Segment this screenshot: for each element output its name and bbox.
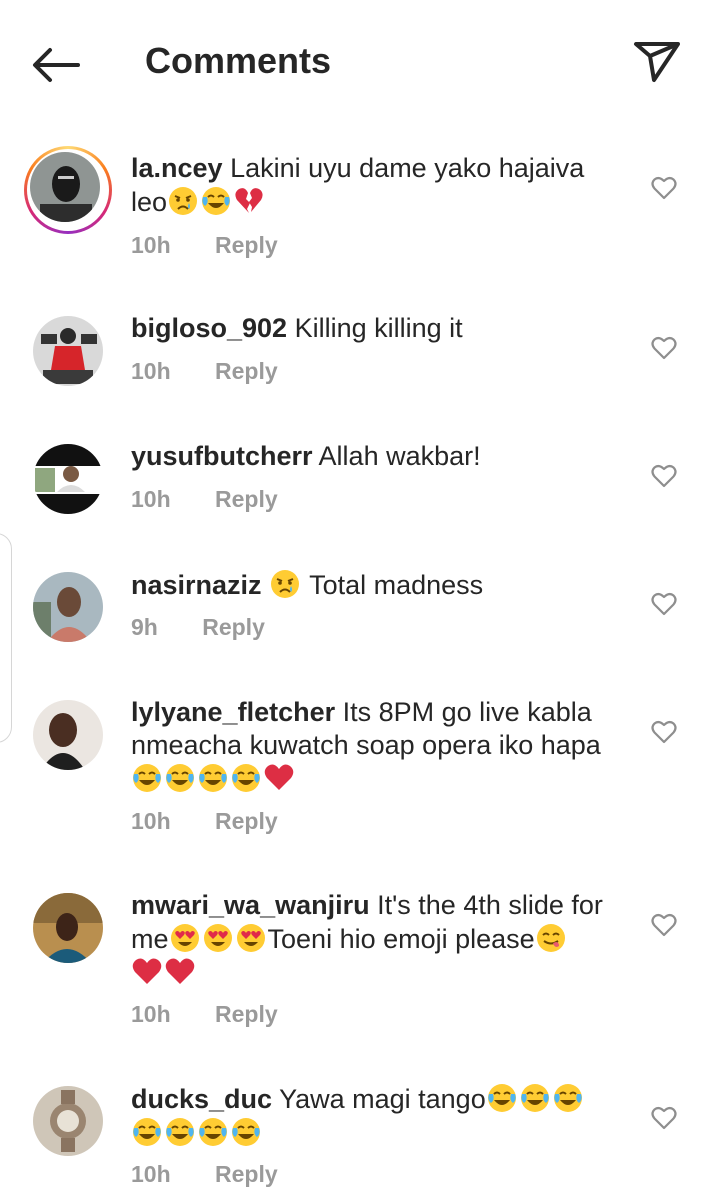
timestamp: 10h bbox=[131, 1161, 171, 1187]
comment-text: nasirnaziz Total madness bbox=[131, 568, 484, 600]
reply-button[interactable]: Reply bbox=[202, 614, 265, 641]
tears-of-joy-icon bbox=[197, 1116, 229, 1148]
username[interactable]: nasirnaziz bbox=[131, 570, 262, 600]
comment-text: bigloso_902 Killing killing it bbox=[131, 313, 463, 343]
side-panel-edge[interactable] bbox=[0, 533, 12, 743]
comment-meta: 10h Reply bbox=[131, 808, 278, 835]
like-heart-icon[interactable] bbox=[651, 720, 677, 744]
avatar bbox=[30, 152, 100, 222]
timestamp: 10h bbox=[131, 808, 171, 834]
avatar[interactable] bbox=[33, 572, 103, 642]
tears-of-joy-icon bbox=[131, 762, 163, 794]
username[interactable]: bigloso_902 bbox=[131, 313, 287, 343]
timestamp: 10h bbox=[131, 486, 171, 512]
comment-text: mwari_wa_wanjiru It's the 4th slide for … bbox=[131, 889, 631, 990]
crying-face-icon bbox=[167, 185, 199, 217]
arrow-left-icon bbox=[33, 48, 80, 82]
username[interactable]: lylyane_fletcher bbox=[131, 697, 335, 727]
reply-button[interactable]: Reply bbox=[215, 808, 278, 835]
like-heart-icon[interactable] bbox=[651, 1106, 677, 1130]
timestamp: 10h bbox=[131, 232, 171, 258]
avatar[interactable] bbox=[33, 444, 103, 514]
like-heart-icon[interactable] bbox=[651, 464, 677, 488]
tears-of-joy-icon bbox=[131, 1116, 163, 1148]
reply-button[interactable]: Reply bbox=[215, 1001, 278, 1028]
timestamp: 10h bbox=[131, 1001, 171, 1027]
comment-meta: 10h Reply bbox=[131, 358, 278, 385]
back-button[interactable] bbox=[30, 45, 82, 85]
tears-of-joy-icon bbox=[230, 1116, 262, 1148]
heart-eyes-icon bbox=[169, 922, 201, 954]
username[interactable]: la.ncey bbox=[131, 153, 223, 183]
comment-meta: 10h Reply bbox=[131, 232, 278, 259]
like-heart-icon[interactable] bbox=[651, 176, 677, 200]
comment-text: lylyane_fletcher Its 8PM go live kabla n… bbox=[131, 696, 631, 796]
like-heart-icon[interactable] bbox=[651, 913, 677, 937]
reply-button[interactable]: Reply bbox=[215, 232, 278, 259]
comment-meta: 10h Reply bbox=[131, 1001, 278, 1028]
reply-button[interactable]: Reply bbox=[215, 358, 278, 385]
share-button[interactable] bbox=[630, 38, 682, 84]
red-heart-icon bbox=[164, 956, 196, 988]
timestamp: 9h bbox=[131, 614, 158, 640]
comment-meta: 10h Reply bbox=[131, 1161, 278, 1188]
username[interactable]: ducks_duc bbox=[131, 1084, 272, 1114]
red-heart-icon bbox=[131, 956, 163, 988]
tears-of-joy-icon bbox=[164, 1116, 196, 1148]
like-heart-icon[interactable] bbox=[651, 336, 677, 360]
tears-of-joy-icon bbox=[197, 762, 229, 794]
like-heart-icon[interactable] bbox=[651, 592, 677, 616]
tears-of-joy-icon bbox=[200, 185, 232, 217]
paper-plane-icon bbox=[634, 42, 680, 82]
heart-eyes-icon bbox=[202, 922, 234, 954]
username[interactable]: mwari_wa_wanjiru bbox=[131, 890, 370, 920]
reply-button[interactable]: Reply bbox=[215, 1161, 278, 1188]
tears-of-joy-icon bbox=[486, 1082, 518, 1114]
comment-meta: 10h Reply bbox=[131, 486, 278, 513]
broken-heart-icon bbox=[233, 185, 265, 217]
page-title: Comments bbox=[145, 40, 332, 81]
tears-of-joy-icon bbox=[230, 762, 262, 794]
reply-button[interactable]: Reply bbox=[215, 486, 278, 513]
username[interactable]: yusufbutcherr bbox=[131, 441, 313, 471]
timestamp: 10h bbox=[131, 358, 171, 384]
avatar[interactable] bbox=[33, 893, 103, 963]
tears-of-joy-icon bbox=[552, 1082, 584, 1114]
tears-of-joy-icon bbox=[519, 1082, 551, 1114]
crying-face-icon bbox=[269, 568, 301, 600]
yum-face-icon bbox=[535, 922, 567, 954]
red-heart-icon bbox=[263, 762, 295, 794]
top-bar: Comments bbox=[0, 0, 720, 125]
avatar[interactable] bbox=[33, 316, 103, 386]
avatar[interactable] bbox=[33, 1086, 103, 1156]
comment-text: ducks_duc Yawa magi tango bbox=[131, 1082, 631, 1150]
tears-of-joy-icon bbox=[164, 762, 196, 794]
comment-text: la.ncey Lakini uyu dame yako hajaiva leo bbox=[131, 153, 585, 217]
heart-eyes-icon bbox=[235, 922, 267, 954]
story-ring[interactable] bbox=[24, 146, 112, 234]
avatar[interactable] bbox=[33, 700, 103, 770]
comment-meta: 9h Reply bbox=[131, 614, 265, 641]
comment-text: yusufbutcherr Allah wakbar! bbox=[131, 441, 481, 471]
